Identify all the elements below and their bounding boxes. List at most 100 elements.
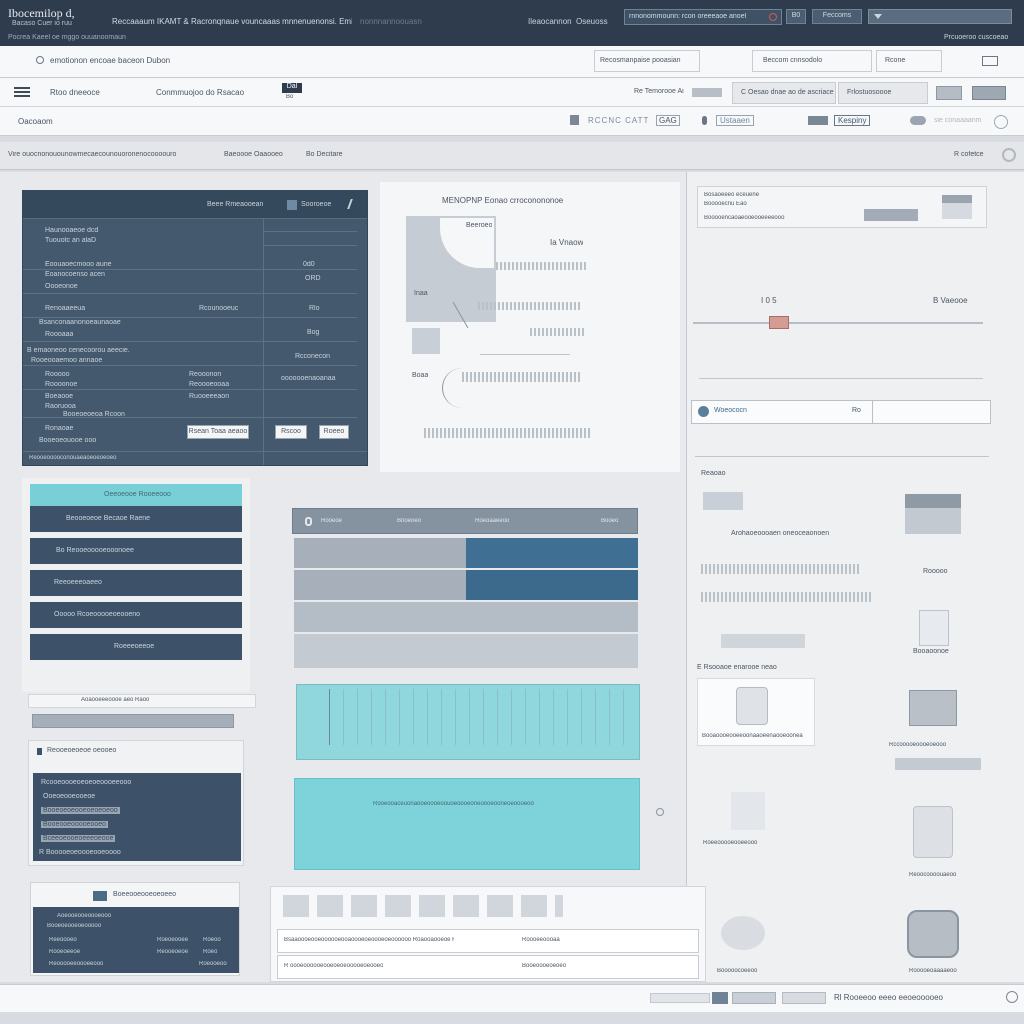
chevron-down-icon [874, 14, 882, 19]
toolbar2-item-1[interactable]: Rtoo dneeoce [50, 88, 100, 97]
left-group-item[interactable]: Booeooeooooeooeo [41, 821, 109, 828]
toolbar3-btn-5[interactable]: sie conaaaanm [934, 117, 981, 124]
display-icon[interactable] [972, 86, 1006, 100]
toolbar1-box-2[interactable]: Beccom cnnsodolo [752, 50, 872, 72]
toolbar2-badge[interactable]: Dal [282, 83, 302, 93]
form-action-button-c[interactable]: Roeeo [319, 425, 349, 439]
table-row[interactable] [294, 602, 638, 632]
range-slider[interactable] [693, 316, 983, 329]
edit-icon[interactable] [347, 199, 359, 209]
left-group-item[interactable]: Ooeoeooeooeoe [43, 793, 95, 800]
right-rule-1 [699, 378, 983, 379]
right-item-8[interactable]: Reoocoooouaeoo [909, 872, 956, 878]
form-row-value[interactable]: Bog [307, 329, 319, 336]
window-icon[interactable] [982, 56, 998, 66]
folder-icon[interactable] [808, 116, 828, 125]
menu-icon[interactable] [14, 87, 30, 97]
right-item-2[interactable]: Rooooo [923, 568, 948, 575]
center-graph-axis [329, 689, 330, 745]
left-list-item[interactable]: Beooeoeoe Becaoe Raene [30, 506, 242, 532]
range-slider-thumb[interactable] [769, 316, 789, 329]
right-item-9[interactable]: Booooocoeeoo [717, 968, 757, 974]
toolbar3-btn-4[interactable]: Kespiny [834, 115, 871, 126]
calendar-icon[interactable] [570, 115, 579, 125]
toolbar3-btn-3[interactable]: Ustaaen [716, 115, 754, 126]
table-row[interactable] [294, 538, 638, 568]
left-group-item[interactable]: Bceeoeooeoeeeoeooe [41, 835, 116, 842]
center-bottom-row-text: R oooeoooooeooeoeoeooooeoeooeo [284, 963, 384, 969]
doc-icon [287, 200, 297, 210]
left-list-item[interactable]: Bo Reooeooooeooonoee [30, 538, 242, 564]
status-chip-2[interactable] [782, 992, 826, 1004]
form-row-label: Roooaaa [45, 331, 74, 338]
form-action-button-b[interactable]: Rscoo [275, 425, 307, 439]
top-nav[interactable]: Reccaaaum IKAMT & Racronqnaue vouncaaas … [112, 17, 352, 26]
top-bar: Ibocemilop d, Bacaso Cuer io ruu Reccaaa… [0, 0, 1024, 46]
right-item-1[interactable]: Arohaoeoooaen oneoceaonoen [731, 530, 829, 537]
tab-1-chip[interactable] [692, 88, 722, 97]
breadcrumb-mid-1[interactable]: Baeoooe Oaaooeo [224, 151, 283, 158]
right-product-card[interactable]: Booaoooeooeeoonaaoeenaooeoonea [697, 678, 815, 746]
form-row-label: B emaoneoo cenecoorou aeecie. [27, 347, 130, 354]
left-group-item[interactable]: R Booooeoeoooeooeoooo [39, 849, 121, 856]
left-group-item[interactable]: Booeoeoeooeoeoeoeoo [41, 807, 120, 814]
cylinder-icon [736, 687, 768, 725]
lock-icon [305, 517, 312, 526]
panel-icon[interactable] [936, 86, 962, 100]
top-badge-button[interactable]: B0 [786, 9, 806, 24]
right-search-label[interactable]: Woeococn [714, 407, 747, 414]
form-card: Beee Rmeaooean Sooroeoe Haunooaeoe dcd T… [22, 190, 368, 466]
right-item-6[interactable]: Rccooooeoooeoeooo [889, 742, 946, 748]
status-chip[interactable] [732, 992, 776, 1004]
cloud-icon[interactable] [910, 116, 926, 125]
search-icon[interactable] [769, 13, 777, 21]
toolbar2-item-2[interactable]: Conmmuojoo do Rsacao [156, 88, 244, 97]
top-search-input[interactable]: rnnonommounn: rcon oreeeaoe anoel [629, 13, 769, 20]
tab-3[interactable]: Frlostuosoooe [838, 82, 928, 104]
toolbar3-btn-1[interactable]: RCCNC CATT [588, 116, 649, 125]
toolbar1-box-1[interactable]: Recosmanpaise pooasian [594, 50, 700, 72]
top-features-button[interactable]: Feccoms [812, 9, 862, 24]
form-row-value[interactable]: ORD [305, 275, 321, 282]
right-item-3[interactable]: Booaoonoe [913, 648, 949, 655]
table-row[interactable] [294, 570, 638, 600]
form-row-value[interactable]: ooooooenaoanaa [281, 375, 357, 382]
left-list-item[interactable]: Roeeeoeeoe [30, 634, 242, 660]
help-icon[interactable] [656, 808, 664, 816]
breadcrumb-mid-2[interactable]: Bo Decitare [306, 151, 343, 158]
pin-icon[interactable] [702, 116, 707, 125]
breadcrumb-path[interactable]: Vire ouocnonouounowmecaecounouoronenocoo… [8, 151, 188, 158]
tab-1[interactable]: Re Temorooe Ai [634, 88, 684, 95]
center-bottom-row[interactable]: Bsaaoooeooeoooooeooaoooeoeoooeoeoooooo R… [277, 929, 699, 953]
toolbar3-btn-2[interactable]: GAG [656, 115, 680, 126]
refresh-icon[interactable] [1006, 991, 1018, 1003]
form-action-button-a[interactable]: Rsean Toaa aeaoo [187, 425, 249, 439]
left-search-text[interactable]: Aoaooeeeoooe aeo Raoo [81, 697, 149, 703]
diagram-bar-5 [424, 428, 592, 438]
status-text: Rl Rooeeoo eeeo eeoeooooeo [834, 993, 943, 1002]
settings-icon[interactable] [1002, 148, 1016, 162]
right-item-10[interactable]: Rooooeoaaaaeoo [909, 968, 957, 974]
left-list-item[interactable]: Ooooo Rcoeooooeoeooeno [30, 602, 242, 628]
top-search[interactable]: rnnonommounn: rcon oreeeaoe anoel [624, 9, 782, 25]
right-item-7[interactable]: Roeeooooeooeeooo [703, 840, 757, 846]
status-icon[interactable] [712, 992, 728, 1004]
form-row-value[interactable]: 0d0 [303, 261, 315, 268]
form-row-value[interactable]: Rcconecon [295, 353, 330, 360]
right-search-box[interactable]: Woeococn Ro [691, 400, 991, 424]
left-group-item[interactable]: Rcooeoooeoeoeoeoooeeooo [41, 779, 131, 786]
form-row-value[interactable]: Rlo [309, 305, 320, 312]
left-search-field[interactable]: Aoaooeeeoooe aeo Raoo [28, 694, 256, 708]
top-nav-faint[interactable]: nonnnannoouasn [360, 17, 422, 26]
top-right-field[interactable] [868, 9, 1012, 24]
breadcrumb-right[interactable]: R cofetce [954, 151, 984, 158]
left-list-item[interactable]: Reeoeeeoaeeo [30, 570, 242, 596]
top-mid-label[interactable]: Ileaocannon [528, 17, 572, 26]
table-row[interactable] [294, 634, 638, 668]
tab-2[interactable]: C Oesao dnae ao de ascriace [732, 82, 836, 104]
form-row-label: Renoaaeeua [45, 305, 86, 312]
top-mid-right[interactable]: Oseuoss [576, 17, 608, 26]
toolbar1-box-3[interactable]: Rcone [876, 50, 942, 72]
center-bottom-row[interactable]: R oooeoooooeooeoeoeooooeoeooeo Booeoooeo… [277, 955, 699, 979]
clock-icon[interactable] [994, 115, 1008, 129]
